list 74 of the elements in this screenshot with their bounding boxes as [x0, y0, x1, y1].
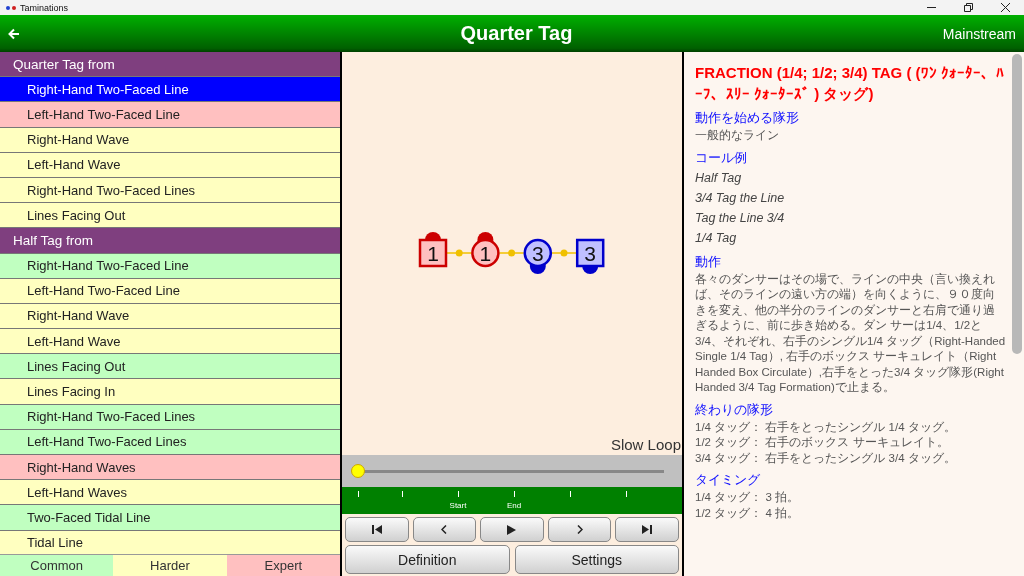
playback-button[interactable] [345, 517, 409, 542]
section-heading: タイミング [695, 472, 761, 488]
playback-button[interactable] [615, 517, 679, 542]
section-heading: 動作を始める隊形 [695, 110, 800, 126]
scrollbar-thumb[interactable] [1012, 54, 1022, 354]
body-text: 一般的なライン [695, 128, 780, 144]
tick-mark [457, 491, 459, 497]
formation-item[interactable]: Lines Facing In [0, 379, 340, 405]
slider-thumb[interactable] [351, 463, 365, 478]
chevron-left-icon [441, 525, 448, 534]
formation-item[interactable]: Right-Hand Waves [0, 455, 340, 481]
example-call: 1/4 Tag [695, 229, 738, 247]
formation-item[interactable]: Left-Hand Wave [0, 329, 340, 355]
formation-item[interactable]: Right-Hand Wave [0, 127, 340, 153]
body-text: 1/2 タッグ： 右手のボックス サーキュレイト。 [695, 435, 950, 450]
panel-button[interactable]: Settings [514, 545, 679, 574]
formation-item[interactable]: Right-Hand Two-Faced Lines [0, 177, 340, 204]
section-heading: コール例 [695, 149, 748, 166]
formation-item[interactable]: Tidal Line [0, 530, 340, 554]
formation-item[interactable]: Left-Hand Two-Faced Line [0, 102, 340, 128]
call-title: FRACTION (1/4; 1/2; 3/4) TAG ( (ﾜﾝ ｸｫｰﾀｰ、ﾊｰﾌ、ｽﾘｰ ｸｫｰﾀｰｽﾞ ) タッグ) [695, 63, 1005, 104]
animation-slider[interactable] [342, 455, 682, 487]
example-call: Half Tag [695, 169, 743, 187]
skip-to-end-icon [642, 525, 653, 534]
body-text: 1/4 タッグ： 右手をとったシングル 1/4 タッグ。 [695, 419, 957, 435]
formation-item[interactable]: Left-Hand Wave [0, 152, 340, 178]
body-text: 1/4 タッグ： 3 拍。 [695, 490, 800, 505]
tick-mark [513, 491, 515, 497]
panel-button[interactable]: Definition [345, 545, 510, 574]
restore-icon[interactable] [964, 3, 973, 12]
connector-line [446, 249, 473, 257]
example-call: 3/4 Tag the Line [695, 189, 786, 207]
dancer-square: 1 [418, 232, 448, 268]
body-text: 1/2 タッグ： 4 拍。 [695, 505, 800, 521]
formation-item[interactable]: Two-Faced Tidal Line [0, 505, 340, 531]
chevron-right-icon [576, 525, 583, 534]
body-text: 3/4 タッグ： 右手をとったシングル 3/4 タッグ。 [695, 450, 957, 466]
formation-item[interactable]: Right-Hand Wave [0, 303, 340, 330]
example-call: Tag the Line 3/4 [695, 209, 786, 227]
loop-label[interactable]: Slow Loop [610, 436, 682, 453]
tick-mark [569, 491, 571, 497]
page-title: Quarter Tag [459, 22, 574, 45]
connector-line [551, 249, 577, 257]
section-heading: 終わりの隊形 [695, 401, 774, 418]
tick-mark [625, 491, 627, 497]
app-icon [6, 4, 16, 11]
window-title: Taminations [20, 2, 69, 13]
skip-to-start-icon [371, 525, 382, 534]
play-icon [507, 524, 517, 535]
group-header: Quarter Tag from [0, 52, 340, 78]
tick-mark [357, 491, 359, 497]
playback-button[interactable] [480, 517, 544, 542]
formation-item[interactable]: Left-Hand Two-Faced Lines [0, 429, 340, 455]
formation-item[interactable]: Lines Facing Out [0, 354, 340, 380]
formation-item[interactable]: Left-Hand Waves [0, 480, 340, 506]
formation-item[interactable]: Left-Hand Two-Faced Line [0, 278, 340, 304]
formation-item[interactable]: Right-Hand Two-Faced Lines [0, 404, 340, 430]
group-header: Half Tag from [0, 228, 340, 254]
tick-mark [401, 491, 403, 497]
back-arrow-icon[interactable] [8, 27, 20, 40]
dancer-square: 3 [575, 238, 605, 274]
timeline-label: End [506, 501, 522, 510]
difficulty-tab[interactable]: Harder [113, 555, 227, 576]
body-text: 各々のダンサーはその場で、ラインの中央（言い換えれば、そのラインの遠い方の端）を向くように、９０度向きを変え、他の半分のラインのダンサーと右肩で通り過ぎるように、前に歩き始める。ダン サーは1/4、1/2と3/4、それぞれ、右手のシングル1/4 タッグ（Right-Handed Single 1/4 Tag）, 右手のボックス サーキュレイト（Right Handed Box Circulate）,右手をとった3/4 タッグ隊形(Right Handed 3/4 Tag Formation)で止まる。 [695, 271, 1006, 395]
section-heading: 動作 [695, 253, 722, 270]
difficulty-tab[interactable]: Expert [226, 555, 340, 576]
timeline-label: Start [449, 501, 467, 510]
formation-item[interactable]: Right-Hand Two-Faced Line [0, 253, 340, 279]
close-icon[interactable] [1001, 3, 1010, 12]
formation-item[interactable]: Lines Facing Out [0, 203, 340, 229]
difficulty-tab[interactable]: Common [0, 555, 114, 576]
formation-item[interactable]: Right-Hand Two-Faced Line [0, 77, 340, 103]
level-link[interactable]: Mainstream [942, 25, 1016, 42]
connector-line [498, 249, 525, 257]
